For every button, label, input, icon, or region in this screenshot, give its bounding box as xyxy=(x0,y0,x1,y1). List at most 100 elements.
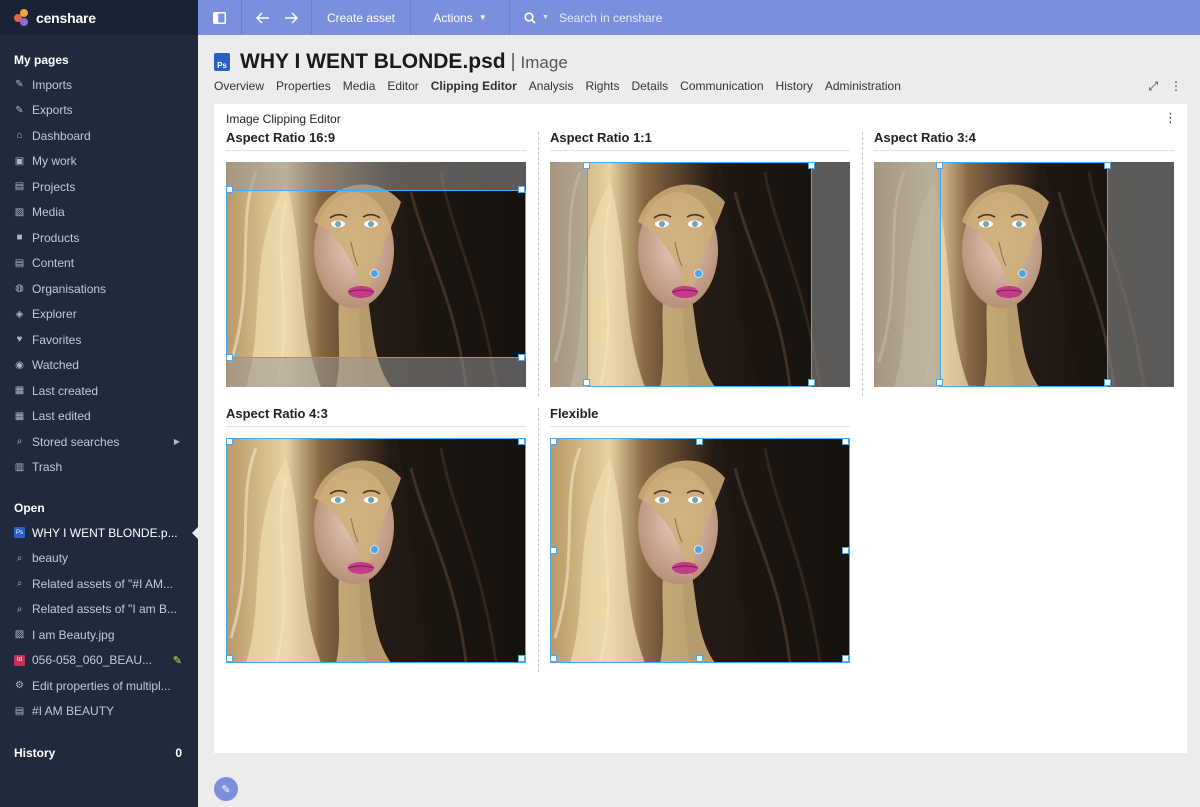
resize-handle[interactable] xyxy=(936,379,943,386)
resize-handle[interactable] xyxy=(550,655,557,662)
psd-file-icon: Ps xyxy=(214,53,230,71)
resize-handle[interactable] xyxy=(842,655,849,662)
sidebar-item[interactable]: ✎ Exports xyxy=(0,98,198,124)
column-divider xyxy=(538,408,539,672)
sidebar-item[interactable]: ▤ #I AM BEAUTY xyxy=(0,699,198,725)
sidebar-item[interactable]: ▦ Last edited xyxy=(0,404,198,430)
tab-history[interactable]: History xyxy=(776,79,813,93)
resize-handle[interactable] xyxy=(583,162,590,169)
crop-canvas[interactable] xyxy=(874,162,1174,387)
resize-handle[interactable] xyxy=(1104,162,1111,169)
topbar: Create asset Actions ▼ ▼ Search in censh… xyxy=(198,0,1200,35)
resize-handle[interactable] xyxy=(518,438,525,445)
resize-handle[interactable] xyxy=(808,379,815,386)
toggle-sidebar-button[interactable] xyxy=(198,0,242,35)
sidebar-item[interactable]: Ps WHY I WENT BLONDE.p... xyxy=(0,520,198,546)
gear-icon: ⚙ xyxy=(15,680,24,692)
sidebar-item-label: Exports xyxy=(32,103,73,118)
resize-handle[interactable] xyxy=(696,655,703,662)
resize-handle[interactable] xyxy=(842,438,849,445)
sidebar-item[interactable]: ⚙ Edit properties of multipl... xyxy=(0,673,198,699)
sidebar-item[interactable]: ✎ Imports xyxy=(0,72,198,98)
crop-mask xyxy=(550,162,587,387)
resize-handle[interactable] xyxy=(842,546,849,554)
search-icon: ⌕ xyxy=(16,578,23,590)
logo[interactable]: censhare xyxy=(0,0,198,35)
focal-point-handle[interactable] xyxy=(694,269,703,278)
sidebar-toggle-icon xyxy=(213,11,226,24)
search-box[interactable]: ▼ Search in censhare xyxy=(510,0,1200,35)
resize-handle[interactable] xyxy=(936,162,943,169)
sidebar-item[interactable]: ▣ My work xyxy=(0,149,198,175)
resize-handle[interactable] xyxy=(550,438,557,445)
history-row[interactable]: History 0 xyxy=(0,740,198,765)
resize-handle[interactable] xyxy=(696,438,703,445)
sidebar-item-label: #I AM BEAUTY xyxy=(32,704,115,719)
sidebar-item[interactable]: ◍ Organisations xyxy=(0,276,198,302)
tab-properties[interactable]: Properties xyxy=(276,79,331,93)
resize-handle[interactable] xyxy=(550,546,557,554)
pin-button[interactable]: ✎ xyxy=(214,777,238,801)
expand-icon[interactable]: ⤢ xyxy=(1148,79,1158,94)
resize-handle[interactable] xyxy=(583,379,590,386)
panel-menu-icon[interactable]: ⋮ xyxy=(1164,110,1177,126)
tab-media[interactable]: Media xyxy=(343,79,376,93)
sidebar-item-label: Last edited xyxy=(32,409,91,424)
search-icon: ⌕ xyxy=(16,552,23,564)
page-header: Ps WHY I WENT BLONDE.psd | Image xyxy=(214,50,568,74)
tab-rights[interactable]: Rights xyxy=(585,79,619,93)
tab-analysis[interactable]: Analysis xyxy=(529,79,574,93)
crop-canvas[interactable] xyxy=(226,162,526,387)
resize-handle[interactable] xyxy=(226,655,233,662)
tab-details[interactable]: Details xyxy=(631,79,668,93)
resize-handle[interactable] xyxy=(1104,379,1111,386)
crop-canvas[interactable] xyxy=(226,438,526,663)
sidebar-item[interactable]: ▤ Projects xyxy=(0,174,198,200)
sidebar-item[interactable]: ▥ Trash xyxy=(0,455,198,481)
resize-handle[interactable] xyxy=(518,655,525,662)
crop-canvas[interactable] xyxy=(550,162,850,387)
censhare-logo-icon xyxy=(14,8,32,27)
crop-canvas[interactable] xyxy=(550,438,850,663)
sidebar-item[interactable]: ⌕ Stored searches ▶ xyxy=(0,429,198,455)
sidebar-item[interactable]: ⌕ beauty xyxy=(0,546,198,572)
sidebar-item[interactable]: Id 056-058_060_BEAU... ✎ xyxy=(0,648,198,674)
resize-handle[interactable] xyxy=(808,162,815,169)
expand-arrow-icon[interactable]: ▶ xyxy=(174,437,180,446)
sidebar-item-label: 056-058_060_BEAU... xyxy=(32,653,153,668)
focal-point-handle[interactable] xyxy=(370,269,379,278)
more-vertical-icon[interactable]: ⋮ xyxy=(1170,79,1182,94)
sidebar-item[interactable]: ⌂ Dashboard xyxy=(0,123,198,149)
tab-communication[interactable]: Communication xyxy=(680,79,763,93)
sidebar-item[interactable]: ◈ Explorer xyxy=(0,302,198,328)
resize-handle[interactable] xyxy=(226,354,233,361)
resize-handle[interactable] xyxy=(518,186,525,193)
tab-editor[interactable]: Editor xyxy=(387,79,418,93)
actions-button[interactable]: Actions ▼ xyxy=(411,0,510,35)
sidebar-item[interactable]: ⌕ Related assets of "#I AM... xyxy=(0,571,198,597)
tab-clipping-editor[interactable]: Clipping Editor xyxy=(431,79,517,93)
sidebar-item[interactable]: ▤ Content xyxy=(0,251,198,277)
search-scope-caret-icon[interactable]: ▼ xyxy=(542,14,549,21)
page-title: WHY I WENT BLONDE.psd xyxy=(240,50,506,73)
sidebar-item[interactable]: ▦ Last created xyxy=(0,378,198,404)
forward-arrow-icon[interactable] xyxy=(284,11,298,24)
sidebar-item[interactable]: ♥ Favorites xyxy=(0,327,198,353)
sidebar-item[interactable]: ■ Products xyxy=(0,225,198,251)
tab-administration[interactable]: Administration xyxy=(825,79,901,93)
resize-handle[interactable] xyxy=(226,186,233,193)
resize-handle[interactable] xyxy=(226,438,233,445)
resize-handle[interactable] xyxy=(518,354,525,361)
sidebar-item[interactable]: ▨ Media xyxy=(0,200,198,226)
focal-point-handle[interactable] xyxy=(694,545,703,554)
focal-point-handle[interactable] xyxy=(1018,269,1027,278)
back-arrow-icon[interactable] xyxy=(255,11,270,24)
focal-point-handle[interactable] xyxy=(370,545,379,554)
tab-overview[interactable]: Overview xyxy=(214,79,264,93)
search-icon: ⌕ xyxy=(16,603,23,615)
create-asset-button[interactable]: Create asset xyxy=(312,0,411,35)
sidebar-item[interactable]: ◉ Watched xyxy=(0,353,198,379)
sidebar-item[interactable]: ▨ I am Beauty.jpg xyxy=(0,622,198,648)
sidebar-item[interactable]: ⌕ Related assets of "I am B... xyxy=(0,597,198,623)
search-input[interactable]: Search in censhare xyxy=(559,11,662,25)
